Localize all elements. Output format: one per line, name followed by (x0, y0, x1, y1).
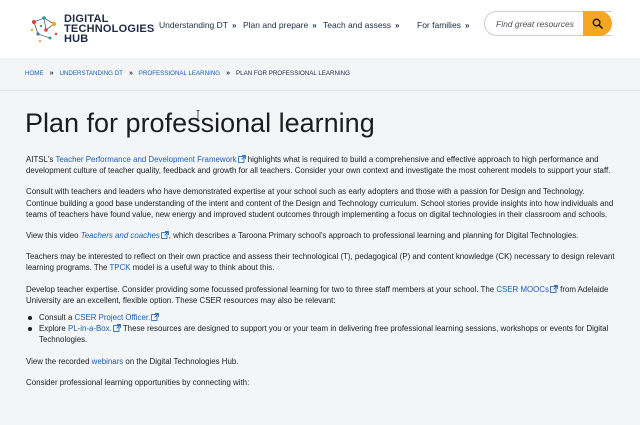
nav-understanding-dt[interactable]: Understanding DT » (159, 20, 236, 30)
search-button[interactable] (583, 11, 612, 36)
breadcrumb-separator-icon: » (226, 70, 231, 77)
external-link-icon (237, 155, 246, 163)
text: , which describes a Taroona Primary scho… (168, 231, 579, 241)
external-link-icon (160, 231, 169, 239)
nav-teach-and-assess[interactable]: Teach and assess » (323, 20, 400, 30)
breadcrumb-current: PLAN FOR PROFESSIONAL LEARNING (236, 70, 350, 77)
nav-label: Teach and assess (323, 20, 392, 30)
site-header: DIGITAL TECHNOLOGIES HUB Understanding D… (0, 0, 640, 58)
text: These resources are designed to support … (39, 324, 609, 345)
logo-line-3: HUB (64, 33, 89, 45)
paragraph-aitsl: AITSL's Teacher Performance and Developm… (26, 154, 616, 176)
link-tpck[interactable]: TPCK (109, 263, 130, 272)
breadcrumb: HOME » UNDERSTANDING DT » PROFESSIONAL L… (25, 70, 350, 77)
breadcrumb-understanding-dt[interactable]: UNDERSTANDING DT (59, 70, 122, 77)
text: on the Digital Technologies Hub. (123, 356, 239, 366)
nav-label: For families (417, 20, 461, 30)
text: AITSL's (26, 155, 56, 164)
paragraph-video: View this video Teachers and coaches , wh… (26, 230, 616, 241)
link-cser-moocs[interactable]: CSER MOOCs (496, 285, 549, 294)
text: model is a useful way to think about thi… (130, 263, 275, 273)
list-item: Consult a CSER Project Officer. (26, 312, 616, 323)
chevron-down-icon: » (464, 20, 470, 30)
link-teachers-and-coaches[interactable]: Teachers and coaches (81, 231, 160, 240)
nav-label: Plan and prepare (243, 20, 309, 30)
breadcrumb-separator-icon: » (128, 70, 133, 77)
chevron-down-icon: » (231, 20, 237, 30)
article-body: AITSL's Teacher Performance and Developm… (26, 154, 616, 398)
page-title: Plan for professional learning (25, 108, 375, 138)
external-link-icon (550, 284, 558, 293)
header-divider (0, 90, 640, 91)
link-webinars[interactable]: webinars (92, 357, 124, 366)
link-teacher-framework[interactable]: Teacher Performance and Development Fram… (55, 155, 236, 164)
external-link-icon (112, 324, 121, 333)
breadcrumb-separator-icon: » (49, 70, 54, 77)
text: Develop teacher expertise. Consider prov… (26, 284, 497, 294)
site-logo[interactable]: DIGITAL TECHNOLOGIES HUB (28, 12, 154, 46)
cser-resource-list: Consult a CSER Project Officer. Explore … (26, 312, 616, 346)
paragraph-consult: Consult with teachers and leaders who ha… (26, 187, 614, 219)
text: Consult a (39, 313, 75, 323)
breadcrumb-home[interactable]: HOME (25, 70, 44, 77)
logo-text: DIGITAL TECHNOLOGIES HUB (64, 14, 154, 45)
external-link-icon (151, 313, 160, 321)
paragraph-connect: Consider professional learning opportuni… (26, 377, 250, 387)
search-icon (592, 18, 603, 29)
text: View this video (26, 231, 81, 241)
link-cser-project-officer[interactable]: CSER Project Officer. (75, 313, 151, 322)
paragraph-expertise: Develop teacher expertise. Consider prov… (26, 284, 616, 306)
link-pl-in-a-box[interactable]: PL-in-a-Box. (68, 324, 112, 333)
paragraph-webinars: View the recorded webinars on the Digita… (26, 356, 616, 367)
chevron-down-icon: » (312, 20, 317, 30)
chevron-down-icon: » (395, 20, 400, 30)
nav-plan-and-prepare[interactable]: Plan and prepare » (243, 20, 317, 30)
nav-for-families[interactable]: For families » (417, 20, 469, 30)
search-placeholder: Find great resources (496, 18, 574, 29)
list-item: Explore PL-in-a-Box. These resources are… (26, 323, 616, 345)
breadcrumb-professional-learning[interactable]: PROFESSIONAL LEARNING (139, 70, 220, 77)
paragraph-tpck: Teachers may be interested to reflect on… (26, 251, 616, 273)
text: Explore (39, 324, 68, 334)
nav-label: Understanding DT (159, 20, 228, 30)
text: View the recorded (26, 356, 92, 366)
logo-dots-icon (30, 16, 58, 43)
